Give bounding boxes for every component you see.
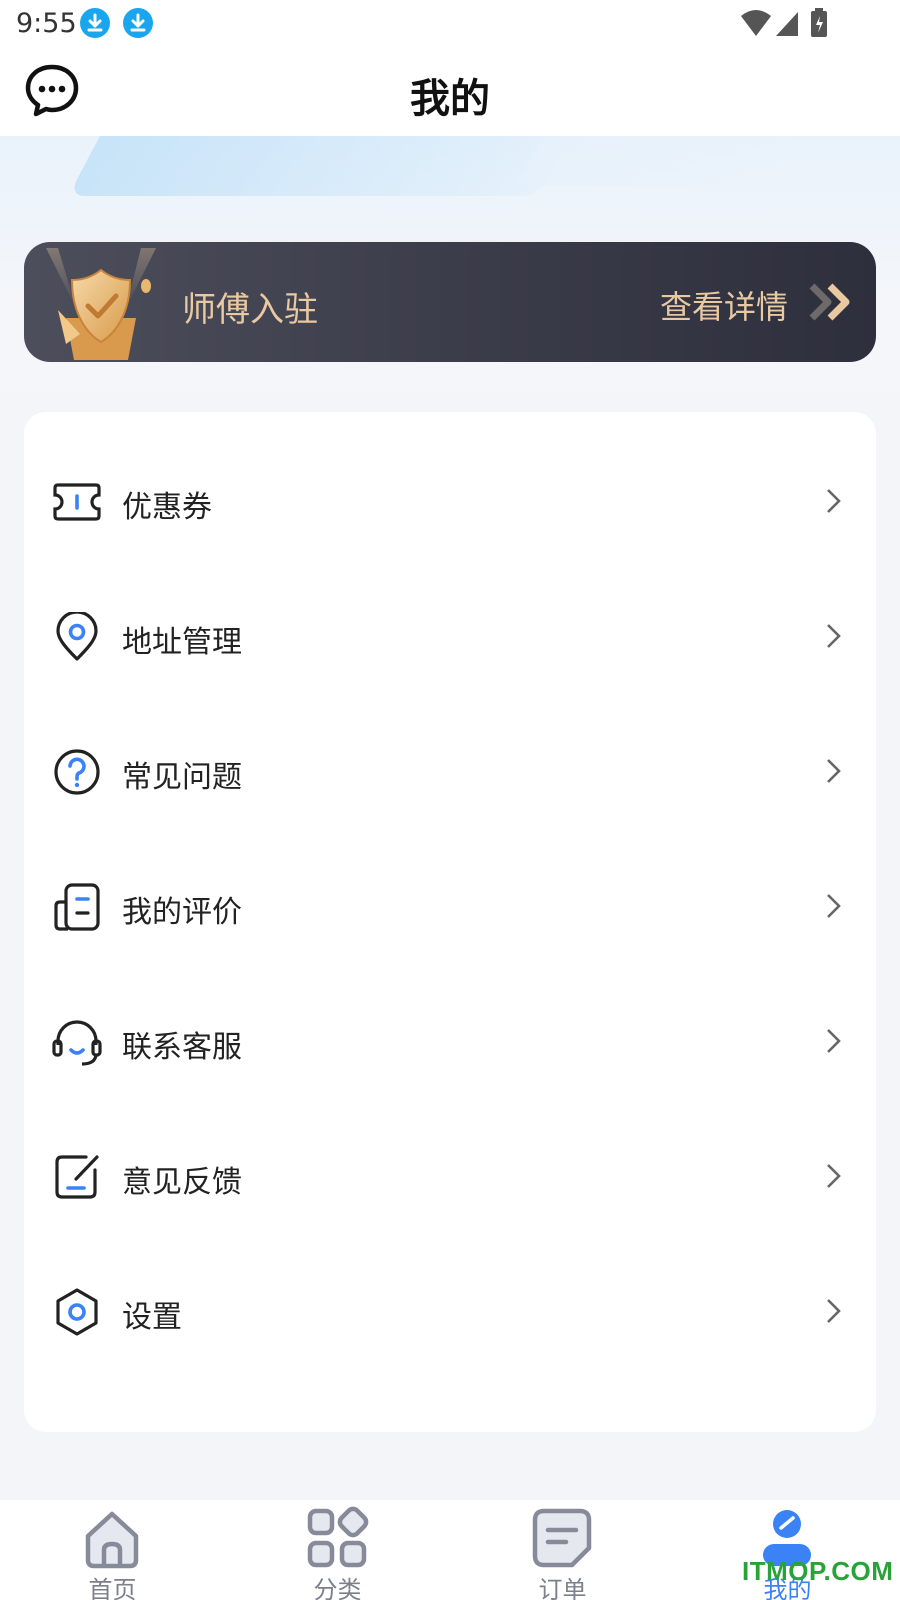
menu-item-label: 联系客服 bbox=[122, 1030, 242, 1065]
hero-decoration bbox=[516, 136, 824, 186]
menu-card: 优惠券 地址管理 常见问题 我的评价 联系客服 意见反馈 设置 bbox=[24, 412, 876, 1432]
battery-icon bbox=[810, 8, 830, 42]
master-join-banner[interactable]: 师傅入驻 查看详情 bbox=[24, 242, 876, 362]
shield-badge-icon bbox=[36, 248, 166, 360]
question-icon bbox=[52, 747, 102, 797]
settings-hexagon-icon bbox=[52, 1287, 102, 1337]
tab-label: 首页 bbox=[88, 1576, 137, 1600]
download-notification-icon bbox=[80, 8, 110, 38]
tab-category[interactable]: 分类 bbox=[225, 1500, 450, 1600]
menu-item-customer-service[interactable]: 联系客服 bbox=[24, 972, 876, 1110]
tab-home[interactable]: 首页 bbox=[0, 1500, 225, 1600]
edit-feedback-icon bbox=[52, 1152, 102, 1202]
menu-item-label: 设置 bbox=[122, 1300, 182, 1335]
app-header: 我的 bbox=[0, 50, 900, 136]
view-details-link[interactable]: 查看详情 bbox=[660, 282, 788, 328]
chevron-right-icon bbox=[827, 1029, 841, 1053]
tab-orders[interactable]: 订单 bbox=[450, 1500, 675, 1600]
tab-label: 订单 bbox=[538, 1576, 587, 1600]
menu-item-address[interactable]: 地址管理 bbox=[24, 567, 876, 705]
download-notification-icon bbox=[123, 8, 153, 38]
double-chevron-right-icon bbox=[808, 282, 854, 322]
menu-item-label: 优惠券 bbox=[122, 490, 212, 525]
menu-item-feedback[interactable]: 意见反馈 bbox=[24, 1107, 876, 1245]
signal-icon bbox=[774, 8, 800, 42]
menu-item-faq[interactable]: 常见问题 bbox=[24, 702, 876, 840]
status-bar: 9:55 bbox=[0, 0, 900, 50]
review-icon bbox=[52, 882, 102, 932]
chevron-right-icon bbox=[827, 1164, 841, 1188]
hero-decoration bbox=[68, 136, 602, 196]
wifi-icon bbox=[740, 8, 772, 42]
banner-title: 师傅入驻 bbox=[182, 290, 318, 330]
chevron-right-icon bbox=[827, 894, 841, 918]
menu-item-label: 意见反馈 bbox=[122, 1165, 242, 1200]
menu-item-label: 常见问题 bbox=[122, 760, 242, 795]
watermark-text: ITMOP.COM bbox=[742, 1556, 894, 1586]
chevron-right-icon bbox=[827, 759, 841, 783]
chevron-right-icon bbox=[827, 489, 841, 513]
menu-item-reviews[interactable]: 我的评价 bbox=[24, 837, 876, 975]
tab-label: 分类 bbox=[313, 1576, 362, 1600]
chevron-right-icon bbox=[827, 1299, 841, 1323]
location-pin-icon bbox=[52, 610, 102, 662]
menu-item-label: 地址管理 bbox=[122, 625, 242, 660]
menu-item-settings[interactable]: 设置 bbox=[24, 1242, 876, 1380]
order-icon bbox=[532, 1508, 592, 1568]
home-icon bbox=[85, 1511, 139, 1569]
page-title: 我的 bbox=[410, 76, 490, 122]
status-time: 9:55 bbox=[16, 8, 77, 39]
headset-icon bbox=[52, 1017, 102, 1067]
menu-item-label: 我的评价 bbox=[122, 895, 242, 930]
menu-item-coupons[interactable]: 优惠券 bbox=[24, 432, 876, 570]
coupon-icon bbox=[52, 477, 102, 527]
category-grid-icon bbox=[307, 1506, 369, 1568]
chevron-right-icon bbox=[827, 624, 841, 648]
